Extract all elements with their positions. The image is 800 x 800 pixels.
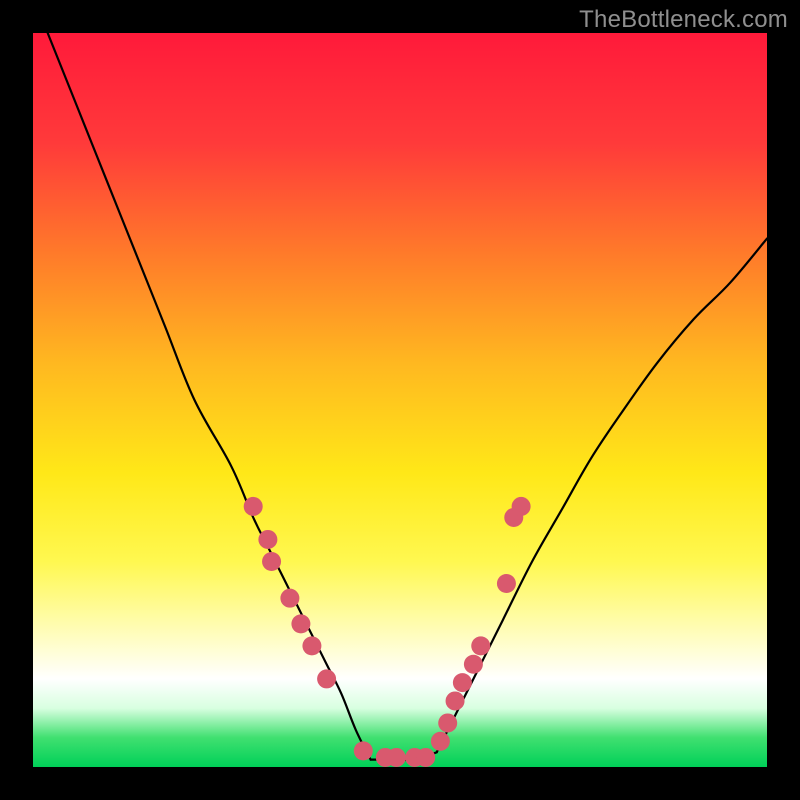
- data-marker: [317, 669, 336, 688]
- curve-right-curve: [437, 239, 767, 753]
- data-marker: [416, 748, 435, 767]
- data-marker: [354, 741, 373, 760]
- watermark-text: TheBottleneck.com: [579, 6, 788, 34]
- canvas: TheBottleneck.com: [0, 0, 800, 800]
- data-marker: [446, 691, 465, 710]
- data-marker: [258, 530, 277, 549]
- data-marker: [464, 655, 483, 674]
- data-marker: [244, 497, 263, 516]
- data-marker: [291, 614, 310, 633]
- curve-left-curve: [48, 33, 371, 760]
- line-layer: [48, 33, 767, 760]
- chart-svg: [33, 33, 767, 767]
- data-marker: [512, 497, 531, 516]
- data-marker: [302, 636, 321, 655]
- data-marker: [453, 673, 472, 692]
- data-marker: [471, 636, 490, 655]
- data-marker: [387, 748, 406, 767]
- data-marker: [280, 589, 299, 608]
- data-marker: [262, 552, 281, 571]
- data-marker: [497, 574, 516, 593]
- data-marker: [438, 713, 457, 732]
- marker-layer: [244, 497, 531, 767]
- data-marker: [431, 732, 450, 751]
